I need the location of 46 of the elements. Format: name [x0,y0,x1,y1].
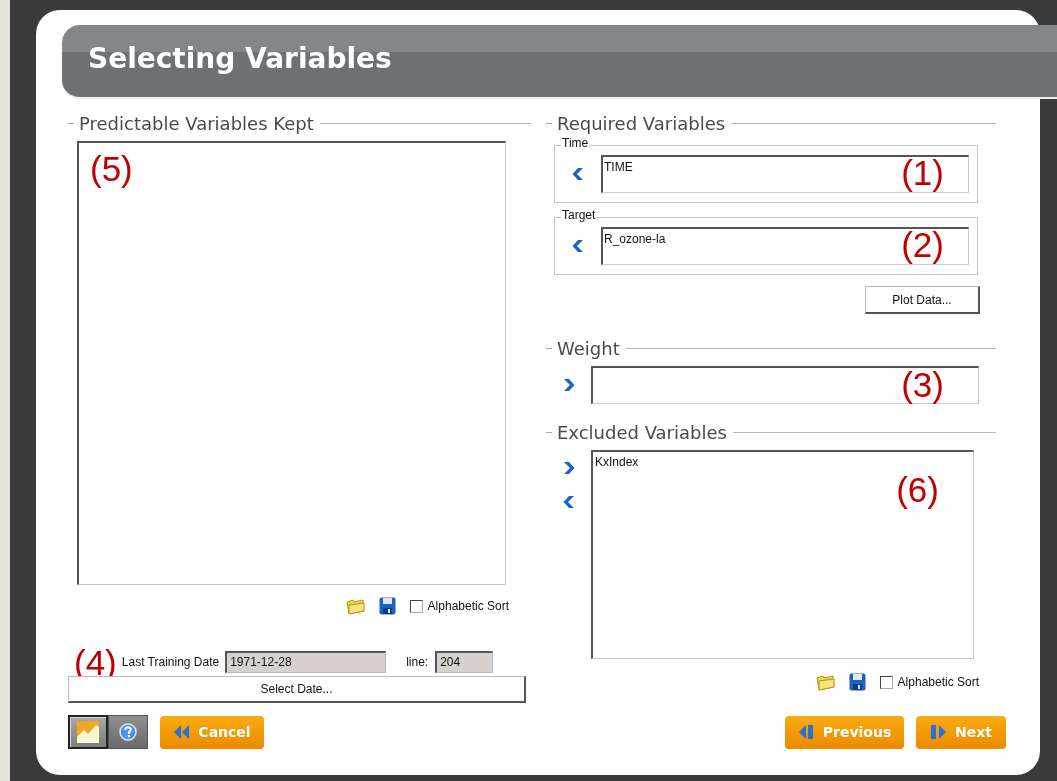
group-legend: Time [561,136,590,150]
chevron-left-icon[interactable] [563,494,575,510]
select-date-button[interactable]: Select Date... [68,676,526,703]
annotation-number: (1) [901,155,944,190]
chevron-right-icon[interactable] [563,377,575,393]
save-icon[interactable] [378,597,396,615]
field-label: Last Training Date [121,655,220,669]
kept-variables-list[interactable]: (5) [77,141,506,585]
field-label: line: [406,655,429,669]
chart-icon [77,721,99,743]
checkbox-label: Alphabetic Sort [897,675,979,689]
date-field: 1971-12-28 [225,651,387,673]
section-title: Predictable Variables Kept [79,112,314,134]
list-item[interactable]: KxIndex [595,455,971,469]
checkbox[interactable] [409,599,423,613]
rewind-icon [173,724,191,740]
plot-data-button[interactable]: Plot Data... [865,286,980,314]
page-title: Selecting Variables [88,41,392,75]
chevron-right-icon[interactable] [563,460,575,476]
section-title: Required Variables [557,112,726,134]
chart-mode-button[interactable] [68,715,108,749]
input-field[interactable]: TIME (1) [601,155,969,193]
field-value: R_ozone-la [604,232,666,246]
help-mode-button[interactable] [108,715,148,749]
annotation-number: (3) [901,367,944,402]
group-legend: Target [561,208,597,222]
help-icon [119,723,137,741]
annotation-number: (6) [896,472,939,507]
annotation-number: (5) [90,151,133,186]
folder-icon[interactable] [815,673,835,691]
annotation-number: (2) [901,227,944,262]
save-icon[interactable] [848,673,866,691]
field-value: TIME [604,160,633,174]
line-field: 204 [435,651,494,673]
previous-icon [797,724,815,740]
checkbox[interactable] [879,675,893,689]
chevron-left-icon[interactable] [572,238,584,254]
section-title: Excluded Variables [557,421,727,443]
excluded-variables-list[interactable]: KxIndex (6) [591,450,974,659]
section-title: Weight [557,337,620,359]
folder-icon[interactable] [345,597,365,615]
next-icon [930,724,948,740]
input-field[interactable]: R_ozone-la (2) [601,227,969,265]
checkbox-label: Alphabetic Sort [427,599,509,613]
chevron-left-icon[interactable] [572,166,584,182]
weight-input-field[interactable]: (3) [591,366,979,404]
